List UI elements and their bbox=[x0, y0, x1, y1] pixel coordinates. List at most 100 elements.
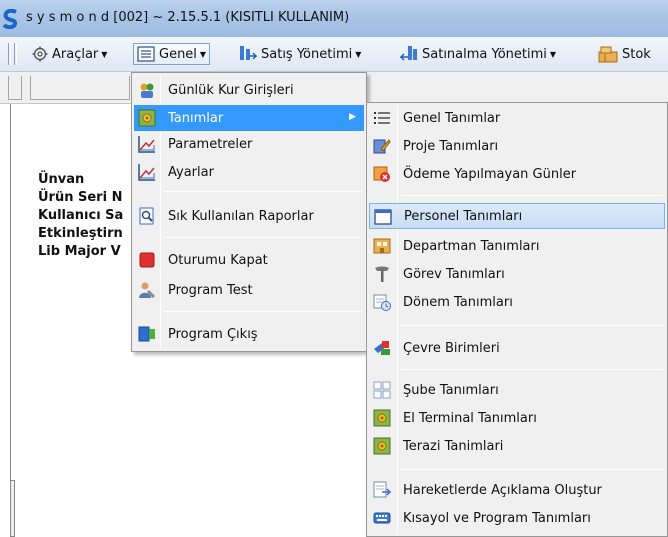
menu-separator bbox=[164, 191, 362, 192]
menu-item-sik-kullanilan-raporlar[interactable]: Sık Kullanılan Raporlar bbox=[134, 203, 364, 229]
menu-separator bbox=[164, 311, 362, 312]
menu-item-label: Oturumu Kapat bbox=[168, 252, 268, 268]
sales-icon bbox=[240, 46, 257, 60]
purchase-icon bbox=[400, 46, 417, 61]
menu-item-gunluk-kur[interactable]: Günlük Kur Girişleri bbox=[134, 77, 364, 103]
project-icon bbox=[373, 137, 391, 155]
panel-scrollbar[interactable] bbox=[10, 480, 15, 537]
stop-icon bbox=[138, 251, 156, 269]
menu-item-label: El Terminal Tanımları bbox=[403, 410, 537, 426]
info-label-unvan: Ünvan bbox=[38, 172, 85, 187]
menu-item-ayarlar[interactable]: Ayarlar bbox=[134, 159, 364, 185]
window-icon bbox=[374, 208, 392, 226]
list-icon bbox=[137, 46, 155, 62]
menu-item-label: Kısayol ve Program Tanımları bbox=[403, 510, 591, 526]
menu-item-oturumu-kapat[interactable]: Oturumu Kapat bbox=[134, 247, 364, 273]
menu-item-label: Şube Tanımları bbox=[403, 382, 499, 398]
chart-icon bbox=[138, 135, 156, 153]
info-label-lib-major: Lib Major V bbox=[38, 244, 121, 259]
menu-item-donem-tanimlari[interactable]: Dönem Tanımları bbox=[369, 289, 665, 315]
chevron-down-icon: ▼ bbox=[549, 49, 557, 59]
toolbar-label: Genel bbox=[159, 46, 197, 62]
menu-separator bbox=[401, 369, 663, 370]
info-label-etkinlestirme: Etkinleştirn bbox=[38, 226, 123, 241]
menu-item-genel-tanimlar[interactable]: Genel Tanımlar bbox=[369, 105, 665, 131]
keyboard-icon bbox=[373, 509, 391, 527]
menu-item-hareketlerde-aciklama[interactable]: Hareketlerde Açıklama Oluştur bbox=[369, 477, 665, 503]
definitions-icon bbox=[373, 437, 391, 455]
toolbar-grip[interactable] bbox=[8, 43, 11, 65]
menu-item-label: Dönem Tanımları bbox=[403, 294, 513, 310]
toolbar-grip[interactable] bbox=[8, 76, 22, 100]
department-icon bbox=[373, 237, 391, 255]
menu-separator bbox=[401, 469, 663, 470]
menu-item-label: Parametreler bbox=[168, 136, 253, 152]
stock-icon bbox=[598, 46, 618, 63]
menu-item-label: Çevre Birimleri bbox=[403, 340, 500, 356]
title-bar: s y s m o n d [002] ~ 2.15.5.1 (KISITLI … bbox=[0, 0, 668, 37]
menu-item-label: Tanımlar bbox=[168, 110, 224, 126]
toolbar-satis-menu[interactable]: Satış Yönetimi ▼ bbox=[239, 43, 361, 65]
menu-item-label: Program Çıkış bbox=[168, 326, 258, 342]
menu-item-gorev-tanimlari[interactable]: Görev Tanımları bbox=[369, 261, 665, 287]
info-label-urun-seri: Ürün Seri N bbox=[38, 190, 123, 205]
menu-separator bbox=[401, 325, 663, 326]
menu-item-label: Sık Kullanılan Raporlar bbox=[168, 208, 314, 224]
toolbar-stok-menu[interactable]: Stok bbox=[598, 43, 651, 65]
chevron-down-icon: ▼ bbox=[199, 49, 207, 59]
main-toolbar: Araçlar ▼ Genel ▼ Satış Yönetimi ▼ Satınalm… bbox=[0, 37, 668, 72]
menu-item-label: Görev Tanımları bbox=[403, 266, 505, 282]
toolbar-satinalma-menu[interactable]: Satınalma Yönetimi ▼ bbox=[400, 43, 556, 65]
menu-item-label: Proje Tanımları bbox=[403, 138, 499, 154]
chart-icon bbox=[138, 163, 156, 181]
tanimlar-submenu: Genel Tanımlar Proje Tanımları Ödeme Yap… bbox=[366, 102, 668, 537]
menu-item-program-cikis[interactable]: Program Çıkış bbox=[134, 321, 364, 347]
info-label-kullanici: Kullanıcı Sa bbox=[38, 208, 124, 223]
chevron-down-icon: ▼ bbox=[101, 49, 108, 59]
menu-item-personel-tanimlari[interactable]: Personel Tanımları bbox=[369, 203, 665, 229]
toolbar-grip[interactable] bbox=[14, 43, 17, 65]
menu-item-odeme-yapilmayan-gunler[interactable]: Ödeme Yapılmayan Günler bbox=[369, 161, 665, 187]
list-icon bbox=[373, 109, 391, 127]
app-logo-icon bbox=[2, 9, 18, 29]
menu-item-terazi-tanimlari[interactable]: Terazi Tanimlari bbox=[369, 433, 665, 459]
tools-icon bbox=[373, 265, 391, 283]
menu-item-program-test[interactable]: Program Test bbox=[134, 277, 364, 303]
menu-separator bbox=[401, 195, 663, 196]
calendar-no-icon bbox=[373, 165, 391, 183]
secondary-tab[interactable] bbox=[30, 76, 130, 100]
user-test-icon bbox=[138, 281, 156, 299]
report-search-icon bbox=[138, 207, 156, 225]
window-title: s y s m o n d [002] ~ 2.15.5.1 (KISITLI … bbox=[26, 10, 350, 25]
menu-item-label: Hareketlerde Açıklama Oluştur bbox=[403, 482, 602, 498]
panel-border bbox=[10, 104, 11, 537]
describe-icon bbox=[373, 481, 391, 499]
menu-item-label: Terazi Tanimlari bbox=[403, 438, 504, 454]
chevron-down-icon: ▼ bbox=[355, 49, 362, 59]
menu-item-tanimlar[interactable]: Tanımlar ▶ bbox=[134, 105, 364, 131]
menu-separator bbox=[164, 237, 362, 238]
devices-icon bbox=[373, 339, 391, 357]
menu-item-parametreler[interactable]: Parametreler bbox=[134, 131, 364, 157]
menu-item-label: Ödeme Yapılmayan Günler bbox=[403, 166, 577, 182]
menu-item-label: Genel Tanımlar bbox=[403, 110, 501, 126]
toolbar-label: Satınalma Yönetimi bbox=[422, 46, 547, 62]
menu-item-label: Program Test bbox=[168, 282, 253, 298]
menu-item-cevre-birimleri[interactable]: Çevre Birimleri bbox=[369, 335, 665, 361]
gear-icon bbox=[32, 46, 48, 62]
menu-item-el-terminal-tanimlari[interactable]: El Terminal Tanımları bbox=[369, 405, 665, 431]
chevron-right-icon: ▶ bbox=[349, 112, 356, 122]
definitions-icon bbox=[138, 109, 156, 127]
menu-item-proje-tanimlari[interactable]: Proje Tanımları bbox=[369, 133, 665, 159]
toolbar-genel-menu[interactable]: Genel ▼ bbox=[133, 43, 211, 65]
branch-icon bbox=[373, 381, 391, 399]
menu-item-sube-tanimlari[interactable]: Şube Tanımları bbox=[369, 377, 665, 403]
period-icon bbox=[373, 293, 391, 311]
toolbar-label: Satış Yönetimi bbox=[261, 46, 353, 62]
toolbar-araclar-menu[interactable]: Araçlar ▼ bbox=[32, 43, 107, 65]
toolbar-label: Stok bbox=[622, 46, 651, 62]
exit-icon bbox=[138, 325, 156, 343]
menu-item-kisayol-ve-program[interactable]: Kısayol ve Program Tanımları bbox=[369, 505, 665, 531]
people-money-icon bbox=[138, 81, 156, 99]
menu-item-departman-tanimlari[interactable]: Departman Tanımları bbox=[369, 233, 665, 259]
